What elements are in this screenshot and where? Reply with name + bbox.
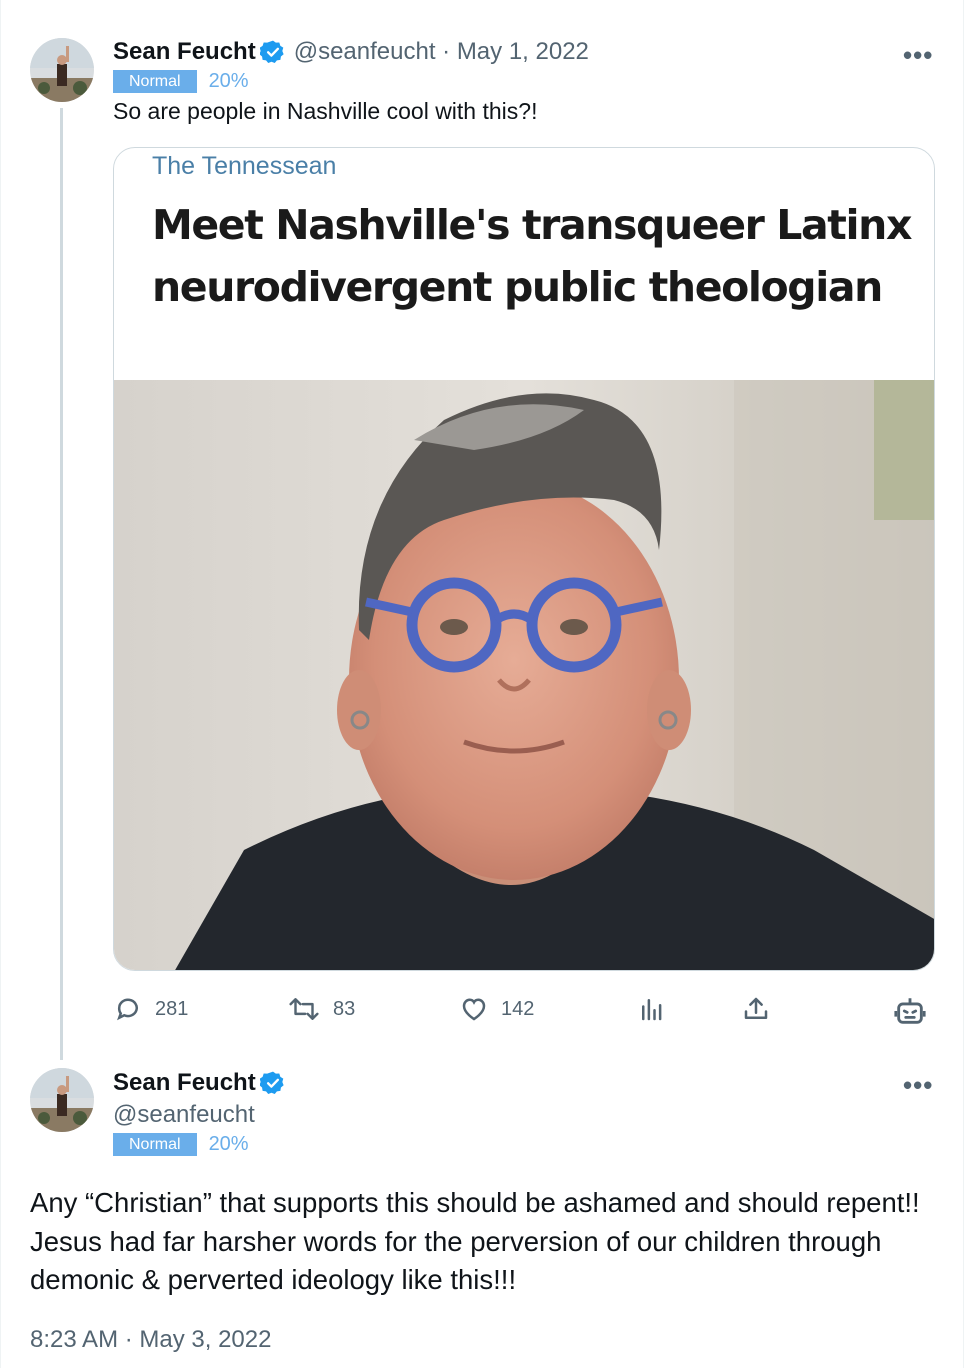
tag-label: Normal xyxy=(113,70,197,93)
avatar[interactable] xyxy=(30,1068,94,1132)
action-bar: 281 83 142 xyxy=(113,994,935,1030)
verified-icon xyxy=(259,1071,284,1095)
avatar[interactable] xyxy=(30,38,94,102)
more-icon[interactable]: ••• xyxy=(903,40,933,71)
display-name[interactable]: Sean Feucht xyxy=(113,1069,256,1097)
like-icon xyxy=(462,998,486,1021)
publication-name: The Tennessean xyxy=(152,152,337,180)
tweet-timestamp[interactable]: 8:23 AM · May 3, 2022 xyxy=(30,1326,271,1354)
display-name[interactable]: Sean Feucht xyxy=(113,38,256,66)
views-icon xyxy=(642,999,662,1021)
tweet-text: Any “Christian” that supports this shoul… xyxy=(30,1187,920,1295)
audience-tag: Normal 20% xyxy=(113,70,249,93)
tag-percent: 20% xyxy=(208,1133,249,1155)
tag-label: Normal xyxy=(113,1133,197,1156)
author-row: Sean Feucht xyxy=(113,1069,286,1097)
share-button[interactable] xyxy=(741,994,771,1024)
more-icon[interactable]: ••• xyxy=(903,1070,933,1101)
share-icon xyxy=(744,997,768,1019)
handle[interactable]: @seanfeucht xyxy=(113,1101,255,1129)
like-button[interactable]: 142 xyxy=(459,994,534,1024)
media-card[interactable]: The Tennessean Meet Nashville's transque… xyxy=(113,147,935,971)
bot-icon xyxy=(894,998,926,1024)
like-count: 142 xyxy=(501,997,535,1020)
author-row: Sean Feucht @seanfeucht · May 1, 2022 xyxy=(113,38,589,66)
reply-count: 281 xyxy=(155,997,189,1020)
article-headline: Meet Nashville's transqueer Latinx neuro… xyxy=(152,201,912,311)
reply-button[interactable]: 281 xyxy=(113,994,188,1024)
retweet-button[interactable]: 83 xyxy=(287,994,355,1024)
tweet-thread: Sean Feucht @seanfeucht · May 1, 2022 ••… xyxy=(0,0,964,1368)
retweet-count: 83 xyxy=(333,997,356,1020)
audience-tag: Normal 20% xyxy=(113,1133,249,1156)
thread-line xyxy=(60,108,63,1060)
tag-percent: 20% xyxy=(208,70,249,92)
bot-button[interactable] xyxy=(893,994,927,1028)
handle-date[interactable]: @seanfeucht · May 1, 2022 xyxy=(294,38,589,66)
portrait-photo xyxy=(114,380,934,970)
tweet-text: So are people in Nashville cool with thi… xyxy=(113,98,538,124)
views-button[interactable] xyxy=(637,994,667,1024)
reply-icon xyxy=(117,998,138,1021)
retweet-icon xyxy=(289,998,319,1020)
verified-icon xyxy=(259,40,284,64)
